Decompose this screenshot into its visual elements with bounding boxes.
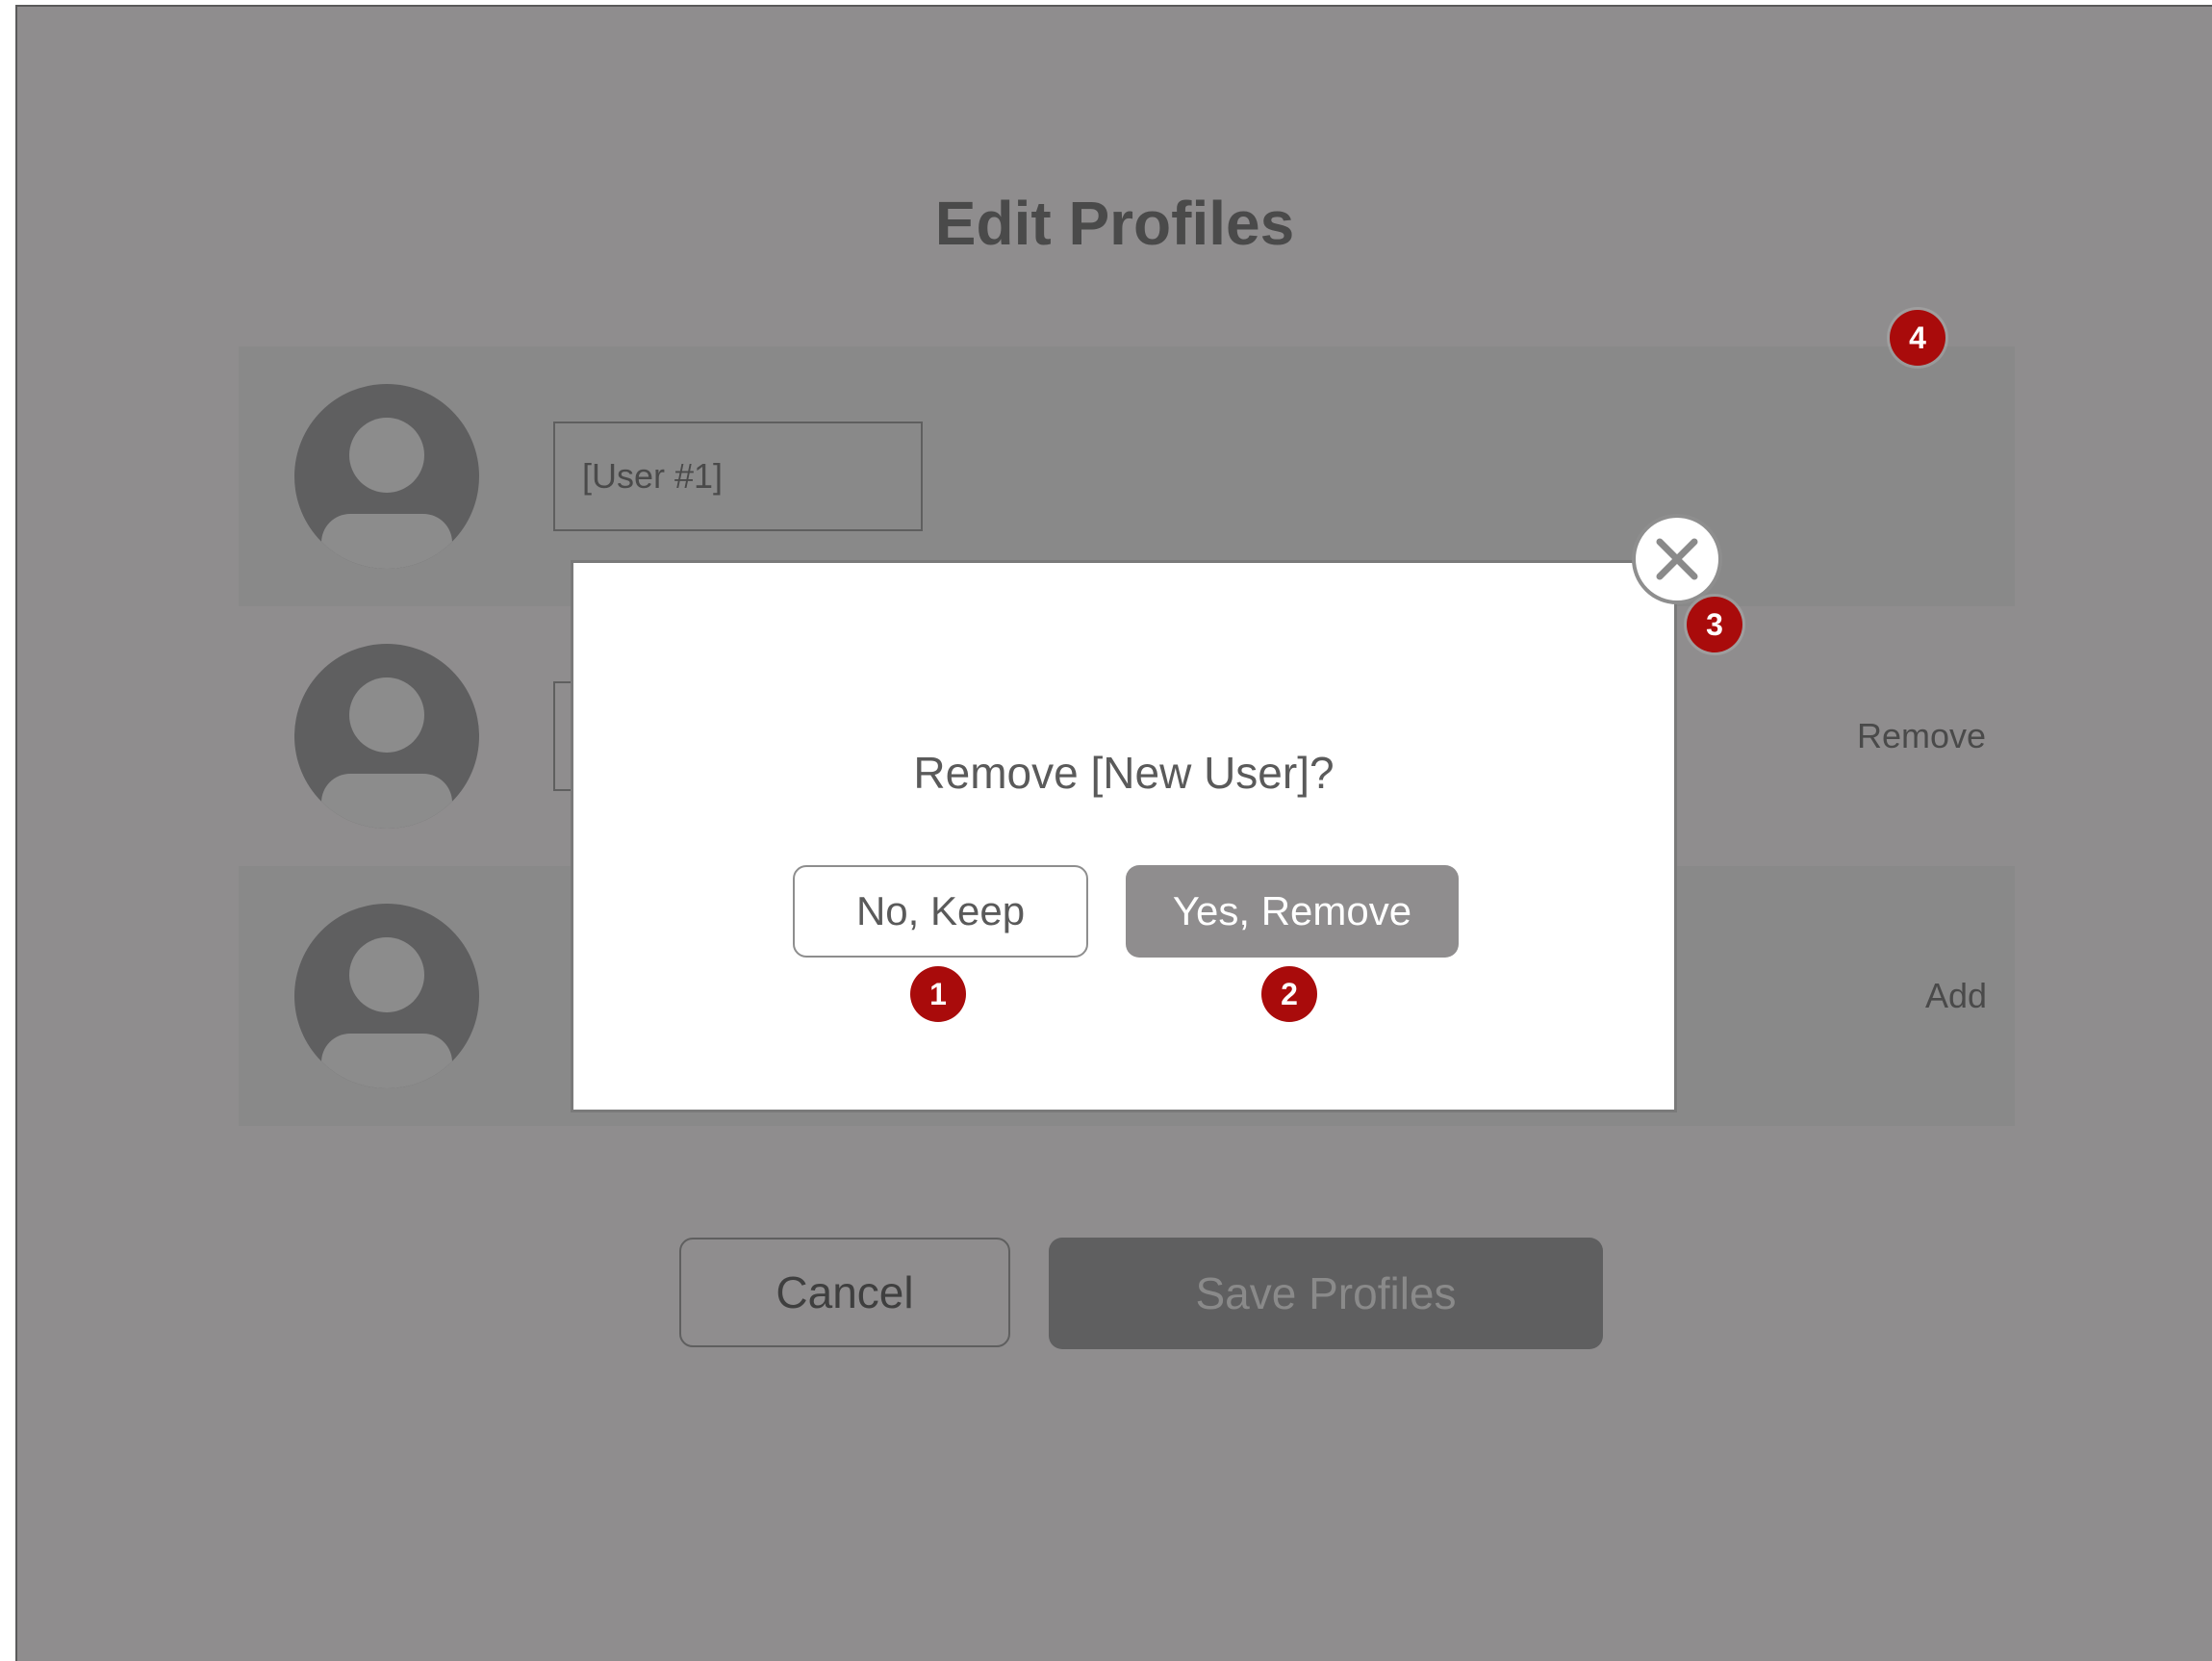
dialog-close-button[interactable] xyxy=(1632,514,1722,604)
annotation-marker-4: 4 xyxy=(1890,310,1945,366)
page-title: Edit Profiles xyxy=(934,189,1295,258)
profile-name-field[interactable]: [User #1] xyxy=(553,422,923,531)
save-profiles-button[interactable]: Save Profiles xyxy=(1049,1238,1603,1349)
avatar-body xyxy=(321,514,452,569)
yes-remove-button[interactable]: Yes, Remove xyxy=(1126,865,1459,958)
avatar-head xyxy=(349,937,424,1012)
dialog-title: Remove [New User]? xyxy=(913,748,1335,798)
avatar-head xyxy=(349,418,424,493)
avatar-body xyxy=(321,1034,452,1088)
close-icon xyxy=(1656,538,1698,580)
remove-confirmation-dialog: Remove [New User]? No, Keep Yes, Remove xyxy=(571,560,1677,1112)
annotation-marker-3: 3 xyxy=(1687,597,1742,652)
no-keep-button[interactable]: No, Keep xyxy=(793,865,1088,958)
remove-profile-link[interactable]: Remove xyxy=(1857,606,1986,866)
avatar xyxy=(294,384,479,569)
annotation-marker-1: 1 xyxy=(910,966,966,1022)
avatar-head xyxy=(349,677,424,753)
add-profile-link[interactable]: Add xyxy=(1925,866,1987,1126)
avatar xyxy=(294,644,479,829)
avatar xyxy=(294,904,479,1088)
avatar-body xyxy=(321,774,452,829)
annotation-marker-2: 2 xyxy=(1261,966,1317,1022)
cancel-button[interactable]: Cancel xyxy=(679,1238,1010,1347)
